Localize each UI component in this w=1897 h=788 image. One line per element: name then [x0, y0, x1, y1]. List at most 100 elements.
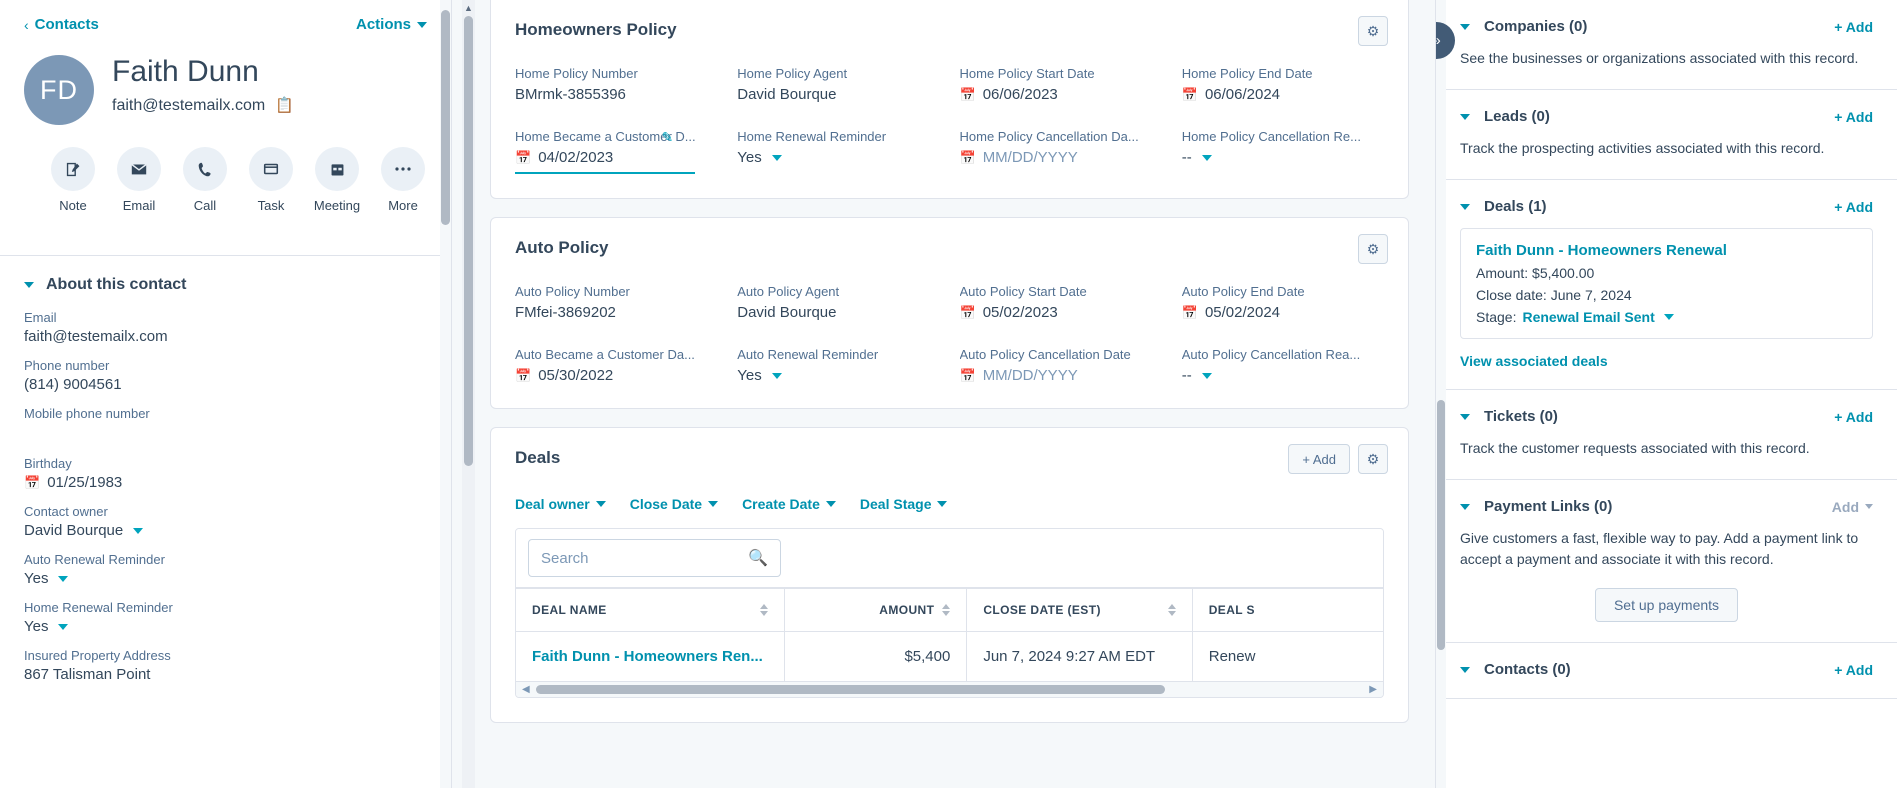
search-icon[interactable]: 🔍: [748, 548, 768, 568]
prop-auto-policy-number[interactable]: Auto Policy Number FMfei-3869202: [515, 284, 717, 321]
gear-icon[interactable]: ⚙: [1358, 16, 1388, 46]
chevron-down-icon[interactable]: [58, 575, 69, 582]
sort-icon[interactable]: [942, 604, 951, 616]
center-content: ▲ Homeowners Policy ⚙ Home Policy Number…: [452, 0, 1435, 788]
chevron-down-icon[interactable]: [771, 372, 782, 379]
chevron-down-icon[interactable]: [771, 154, 782, 161]
add-deal-button[interactable]: + Add: [1288, 444, 1350, 474]
chevron-down-icon[interactable]: [1201, 372, 1212, 379]
column-header-deal-name[interactable]: DEAL NAME: [516, 588, 786, 632]
about-section-toggle[interactable]: About this contact: [24, 276, 427, 294]
prop-home-became-a-customer-date[interactable]: Home Became a Customer D... ✎ 📅 04/02/20…: [515, 129, 717, 174]
column-header-deal-stage[interactable]: DEAL S: [1192, 588, 1383, 632]
copy-icon[interactable]: 📋: [275, 98, 294, 113]
field-auto-renewal-reminder[interactable]: Auto Renewal Reminder Yes: [24, 552, 427, 587]
add-contact-button[interactable]: + Add: [1834, 662, 1873, 678]
prop-home-renewal-reminder[interactable]: Home Renewal Reminder Yes: [737, 129, 939, 174]
sort-icon[interactable]: [760, 604, 769, 616]
prop-label: Auto Policy Agent: [737, 284, 840, 299]
section-header-left[interactable]: Contacts (0): [1460, 661, 1571, 678]
set-up-payments-button[interactable]: Set up payments: [1594, 588, 1739, 622]
center-scrollbar[interactable]: ▲: [462, 0, 475, 788]
add-payment-link-dropdown[interactable]: Add: [1832, 499, 1873, 515]
actions-dropdown[interactable]: Actions: [356, 16, 427, 33]
add-deal-button[interactable]: + Add: [1834, 199, 1873, 215]
quick-action-meeting[interactable]: Meeting: [314, 147, 360, 213]
field-birthday[interactable]: Birthday 📅 01/25/1983: [24, 456, 427, 491]
sort-icon[interactable]: [1167, 604, 1176, 616]
section-header-left[interactable]: Payment Links (0): [1460, 498, 1612, 515]
add-lead-button[interactable]: + Add: [1834, 109, 1873, 125]
field-home-renewal-reminder[interactable]: Home Renewal Reminder Yes: [24, 600, 427, 635]
field-phone-number[interactable]: Phone number (814) 9004561: [24, 358, 427, 393]
prop-home-policy-cancellation-date[interactable]: Home Policy Cancellation Da... 📅 MM/DD/Y…: [960, 129, 1162, 174]
edit-pencil-icon[interactable]: ✎: [662, 129, 674, 146]
column-header-amount[interactable]: AMOUNT: [784, 588, 968, 632]
right-scrollbar-thumb[interactable]: [1437, 400, 1445, 650]
quick-action-more[interactable]: More: [380, 147, 426, 213]
filter-create-date[interactable]: Create Date: [742, 496, 836, 512]
section-title: Payment Links (0): [1484, 498, 1613, 515]
column-label: AMOUNT: [879, 603, 935, 617]
deal-name-link[interactable]: Faith Dunn - Homeowners Ren...: [532, 648, 768, 665]
field-email[interactable]: Email faith@testemailx.com: [24, 310, 427, 345]
chevron-down-icon[interactable]: [58, 623, 69, 630]
center-scrollbar-thumb[interactable]: [464, 16, 473, 466]
add-ticket-button[interactable]: + Add: [1834, 409, 1873, 425]
prop-home-policy-agent[interactable]: Home Policy Agent David Bourque: [737, 66, 939, 103]
quick-action-task[interactable]: Task: [248, 147, 294, 213]
hscroll-track[interactable]: [535, 685, 1364, 694]
column-header-close-date[interactable]: CLOSE DATE (EST): [966, 588, 1193, 632]
field-insured-property-address[interactable]: Insured Property Address 867 Talisman Po…: [24, 648, 427, 683]
prop-home-policy-end-date[interactable]: Home Policy End Date 📅 06/06/2024: [1182, 66, 1384, 103]
add-deal-label: + Add: [1302, 451, 1336, 467]
gear-icon[interactable]: ⚙: [1358, 234, 1388, 264]
card-title: Homeowners Policy: [515, 20, 677, 39]
deals-table-horizontal-scrollbar[interactable]: ◀ ▶: [516, 681, 1383, 697]
field-contact-owner[interactable]: Contact owner David Bourque: [24, 504, 427, 539]
prop-auto-renewal-reminder[interactable]: Auto Renewal Reminder Yes: [737, 347, 939, 384]
filter-deal-stage[interactable]: Deal Stage: [860, 496, 948, 512]
quick-action-note[interactable]: Note: [50, 147, 96, 213]
right-scrollbar[interactable]: [1436, 0, 1446, 788]
search-input[interactable]: [541, 549, 731, 567]
filter-close-date[interactable]: Close Date: [630, 496, 719, 512]
add-company-button[interactable]: + Add: [1834, 19, 1873, 35]
gear-icon[interactable]: ⚙: [1358, 444, 1388, 474]
section-title: Leads (0): [1484, 108, 1550, 125]
prop-home-policy-cancellation-reason[interactable]: Home Policy Cancellation Re... --: [1182, 129, 1384, 174]
hscroll-thumb[interactable]: [535, 685, 1165, 694]
quick-action-email[interactable]: Email: [116, 147, 162, 213]
view-associated-deals-link[interactable]: View associated deals: [1460, 353, 1873, 369]
search-box[interactable]: 🔍: [528, 539, 781, 577]
prop-auto-policy-start-date[interactable]: Auto Policy Start Date 📅 05/02/2023: [960, 284, 1162, 321]
breadcrumb-contacts[interactable]: ‹ Contacts: [24, 16, 99, 33]
section-header-left[interactable]: Tickets (0): [1460, 408, 1558, 425]
chevron-down-icon: [825, 501, 836, 507]
prop-auto-policy-agent[interactable]: Auto Policy Agent David Bourque: [737, 284, 939, 321]
prop-auto-policy-end-date[interactable]: Auto Policy End Date 📅 05/02/2024: [1182, 284, 1384, 321]
prop-home-policy-start-date[interactable]: Home Policy Start Date 📅 06/06/2023: [960, 66, 1162, 103]
section-header-left[interactable]: Deals (1): [1460, 198, 1547, 215]
associated-deal-name[interactable]: Faith Dunn - Homeowners Renewal: [1476, 242, 1857, 259]
scroll-right-arrow-icon[interactable]: ▶: [1369, 684, 1377, 695]
section-companies: Companies (0) + Add See the businesses o…: [1436, 0, 1897, 90]
prop-auto-policy-cancellation-reason[interactable]: Auto Policy Cancellation Rea... --: [1182, 347, 1384, 384]
chevron-down-icon[interactable]: [1663, 314, 1674, 320]
prop-auto-became-a-customer-date[interactable]: Auto Became a Customer Da... 📅 05/30/202…: [515, 347, 717, 384]
quick-action-call[interactable]: Call: [182, 147, 228, 213]
left-scrollbar[interactable]: [440, 0, 451, 788]
chevron-down-icon[interactable]: [133, 527, 144, 534]
scroll-up-arrow-icon[interactable]: ▲: [464, 3, 473, 13]
filter-deal-owner[interactable]: Deal owner: [515, 496, 606, 512]
scroll-left-arrow-icon[interactable]: ◀: [522, 684, 530, 695]
prop-auto-policy-cancellation-date[interactable]: Auto Policy Cancellation Date 📅 MM/DD/YY…: [960, 347, 1162, 384]
stage-value[interactable]: Renewal Email Sent: [1522, 309, 1654, 325]
chevron-down-icon[interactable]: [1201, 154, 1212, 161]
left-scrollbar-thumb[interactable]: [441, 10, 450, 225]
prop-home-policy-number[interactable]: Home Policy Number BMrmk-3855396: [515, 66, 717, 103]
section-header-left[interactable]: Leads (0): [1460, 108, 1550, 125]
section-header-left[interactable]: Companies (0): [1460, 18, 1587, 35]
table-row[interactable]: Faith Dunn - Homeowners Ren... $5,400 Ju…: [516, 631, 1383, 681]
field-mobile-phone-number[interactable]: Mobile phone number: [24, 406, 427, 443]
